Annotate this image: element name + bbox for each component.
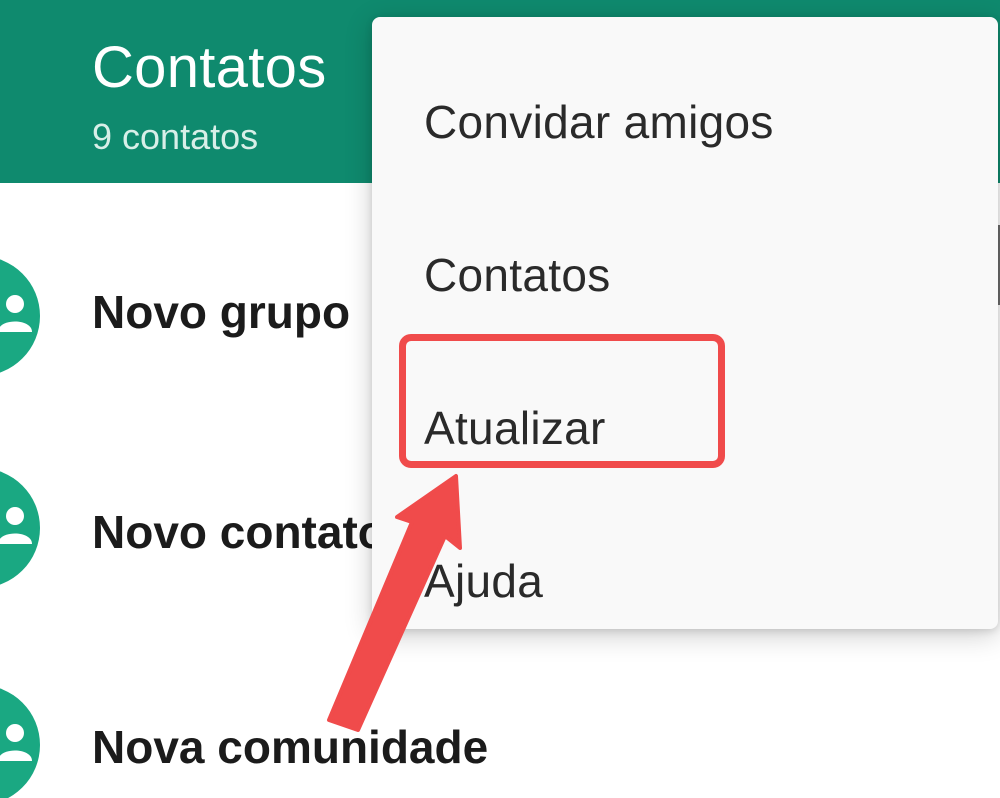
screen: Contatos 9 contatos Novo grupo Novo cont… (0, 0, 1000, 798)
annotation-arrow (327, 474, 462, 732)
